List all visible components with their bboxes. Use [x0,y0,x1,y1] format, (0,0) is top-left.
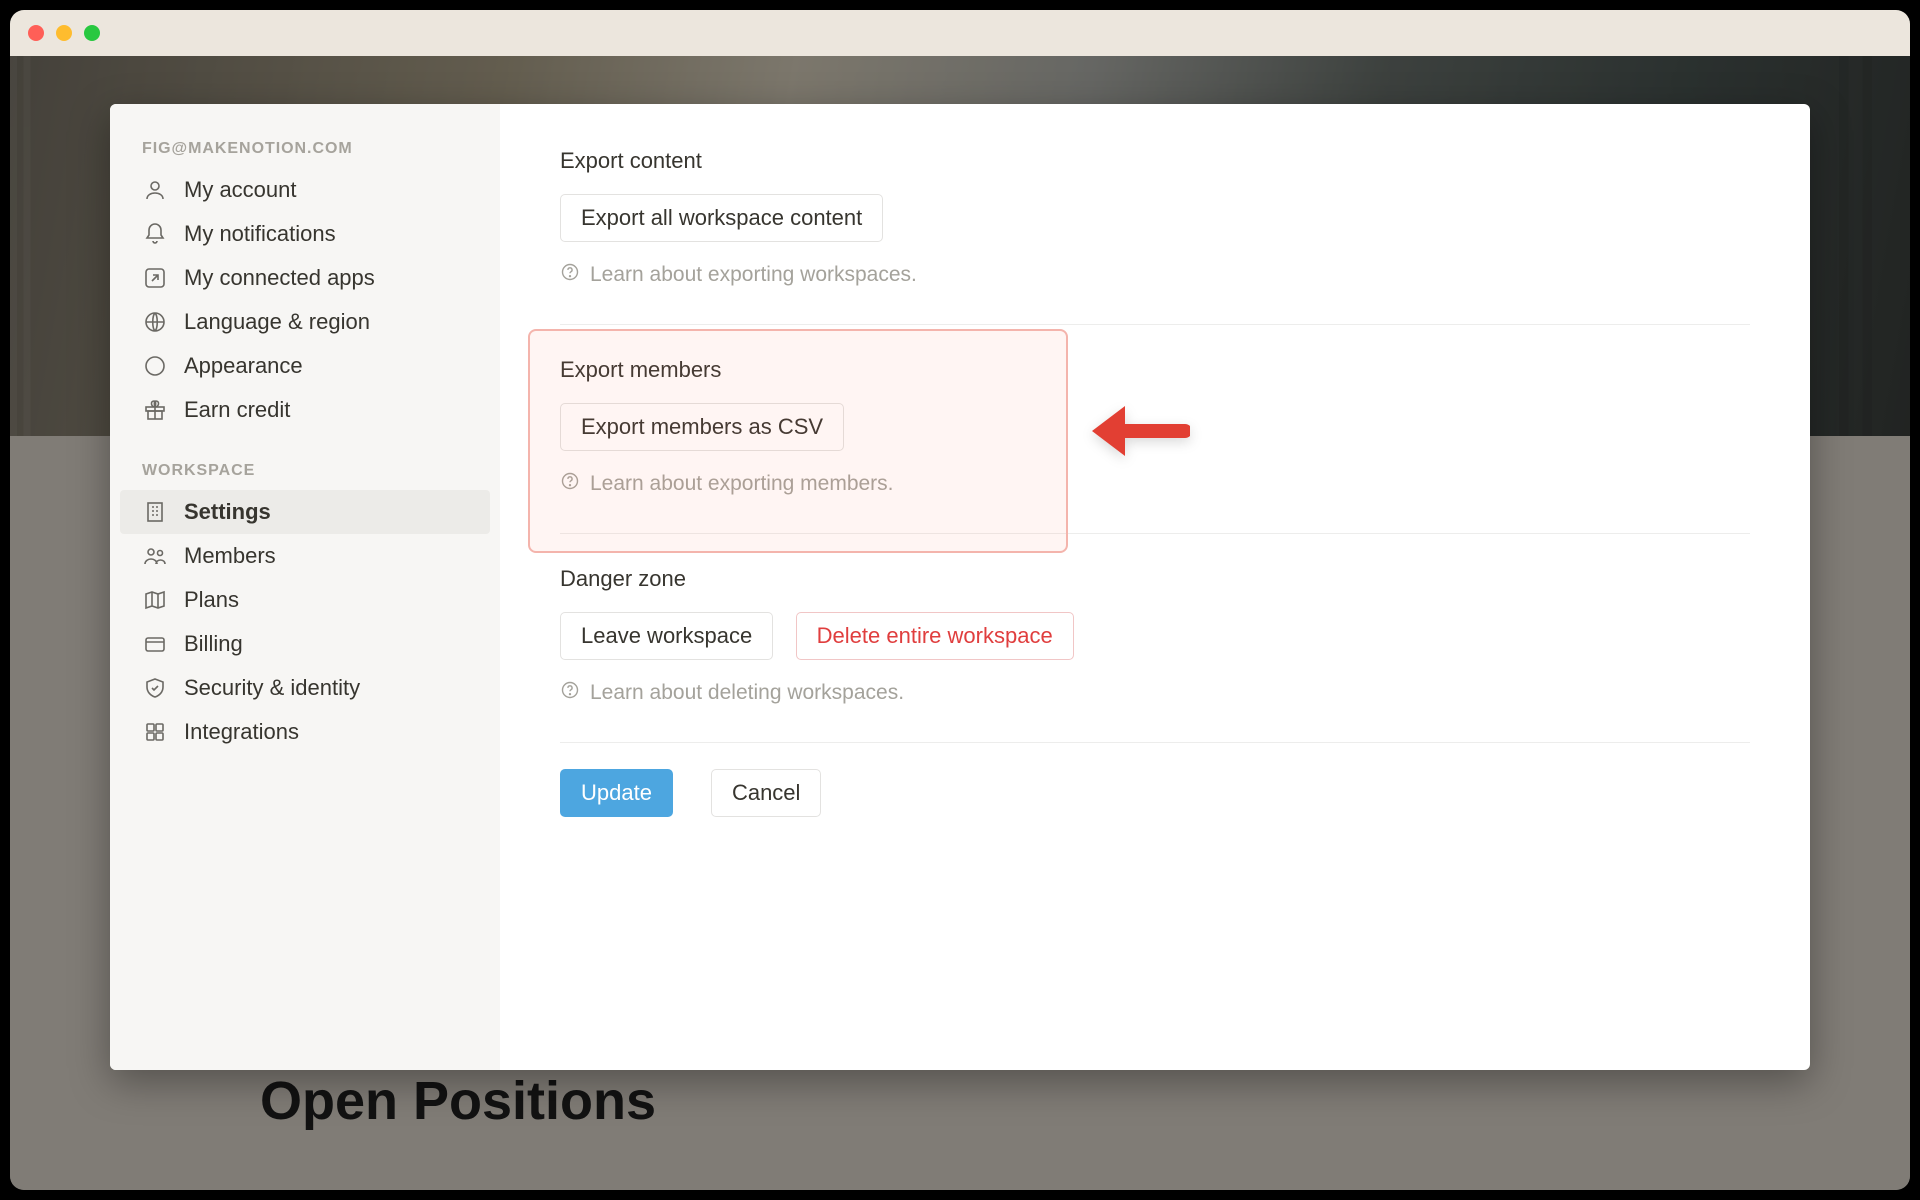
globe-icon [142,309,168,335]
cancel-button[interactable]: Cancel [711,769,821,817]
delete-entire-workspace-button[interactable]: Delete entire workspace [796,612,1074,660]
leave-workspace-button[interactable]: Leave workspace [560,612,773,660]
people-icon [142,543,168,569]
traffic-lights [28,25,100,41]
sidebar-item-appearance[interactable]: Appearance [120,344,490,388]
sidebar-section-account-label: FIG@MAKENOTION.COM [120,128,490,168]
sidebar-item-label: Integrations [184,719,299,745]
sidebar-item-my-account[interactable]: My account [120,168,490,212]
section-title: Export content [560,148,1750,174]
gift-icon [142,397,168,423]
sidebar-section-workspace-label: WORKSPACE [120,450,490,490]
section-title: Danger zone [560,566,1750,592]
settings-modal: FIG@MAKENOTION.COM My account My notific… [110,104,1810,1070]
person-emoji-icon [142,177,168,203]
mac-window: Open Positions FIG@MAKENOTION.COM My acc… [10,10,1910,1190]
sidebar-item-integrations[interactable]: Integrations [120,710,490,754]
bell-icon [142,221,168,247]
sidebar-item-label: Settings [184,499,271,525]
grid-icon [142,719,168,745]
sidebar-item-label: Billing [184,631,243,657]
sidebar-item-earn-credit[interactable]: Earn credit [120,388,490,432]
sidebar-item-label: Plans [184,587,239,613]
update-button[interactable]: Update [560,769,673,817]
shield-icon [142,675,168,701]
sidebar-item-label: My account [184,177,297,203]
sidebar-item-my-connected-apps[interactable]: My connected apps [120,256,490,300]
arrow-up-right-square-icon [142,265,168,291]
sidebar-item-billing[interactable]: Billing [120,622,490,666]
sidebar-item-label: Security & identity [184,675,360,701]
hint-text: Learn about exporting members. [590,472,894,496]
window-zoom-button[interactable] [84,25,100,41]
help-circle-icon [560,471,580,497]
window-minimize-button[interactable] [56,25,72,41]
sidebar-item-security-identity[interactable]: Security & identity [120,666,490,710]
window-close-button[interactable] [28,25,44,41]
sidebar-item-language-region[interactable]: Language & region [120,300,490,344]
section-title: Export members [560,357,1750,383]
sidebar-item-label: Appearance [184,353,303,379]
sidebar-item-label: My connected apps [184,265,375,291]
sidebar-item-label: Language & region [184,309,370,335]
section-export-members: Export members Export members as CSV Lea… [560,324,1750,533]
section-export-content: Export content Export all workspace cont… [560,104,1750,324]
help-circle-icon [560,262,580,288]
hint-text: Learn about exporting workspaces. [590,263,917,287]
settings-content: Export content Export all workspace cont… [500,104,1810,1070]
building-icon [142,499,168,525]
section-danger-zone: Danger zone Leave workspace Delete entir… [560,533,1750,742]
sidebar-item-members[interactable]: Members [120,534,490,578]
export-content-hint[interactable]: Learn about exporting workspaces. [560,262,1750,288]
hint-text: Learn about deleting workspaces. [590,681,904,705]
annotation-arrow-icon [1080,391,1190,476]
sidebar-item-label: Members [184,543,276,569]
danger-hint[interactable]: Learn about deleting workspaces. [560,680,1750,706]
export-all-workspace-content-button[interactable]: Export all workspace content [560,194,883,242]
help-circle-icon [560,680,580,706]
settings-sidebar: FIG@MAKENOTION.COM My account My notific… [110,104,500,1070]
sidebar-item-settings[interactable]: Settings [120,490,490,534]
sidebar-item-label: Earn credit [184,397,290,423]
export-members-csv-button[interactable]: Export members as CSV [560,403,844,451]
modal-footer: Update Cancel [560,742,1750,847]
sidebar-item-plans[interactable]: Plans [120,578,490,622]
window-titlebar [10,10,1910,56]
sidebar-item-my-notifications[interactable]: My notifications [120,212,490,256]
sidebar-item-label: My notifications [184,221,336,247]
credit-card-icon [142,631,168,657]
map-icon [142,587,168,613]
moon-icon [142,353,168,379]
